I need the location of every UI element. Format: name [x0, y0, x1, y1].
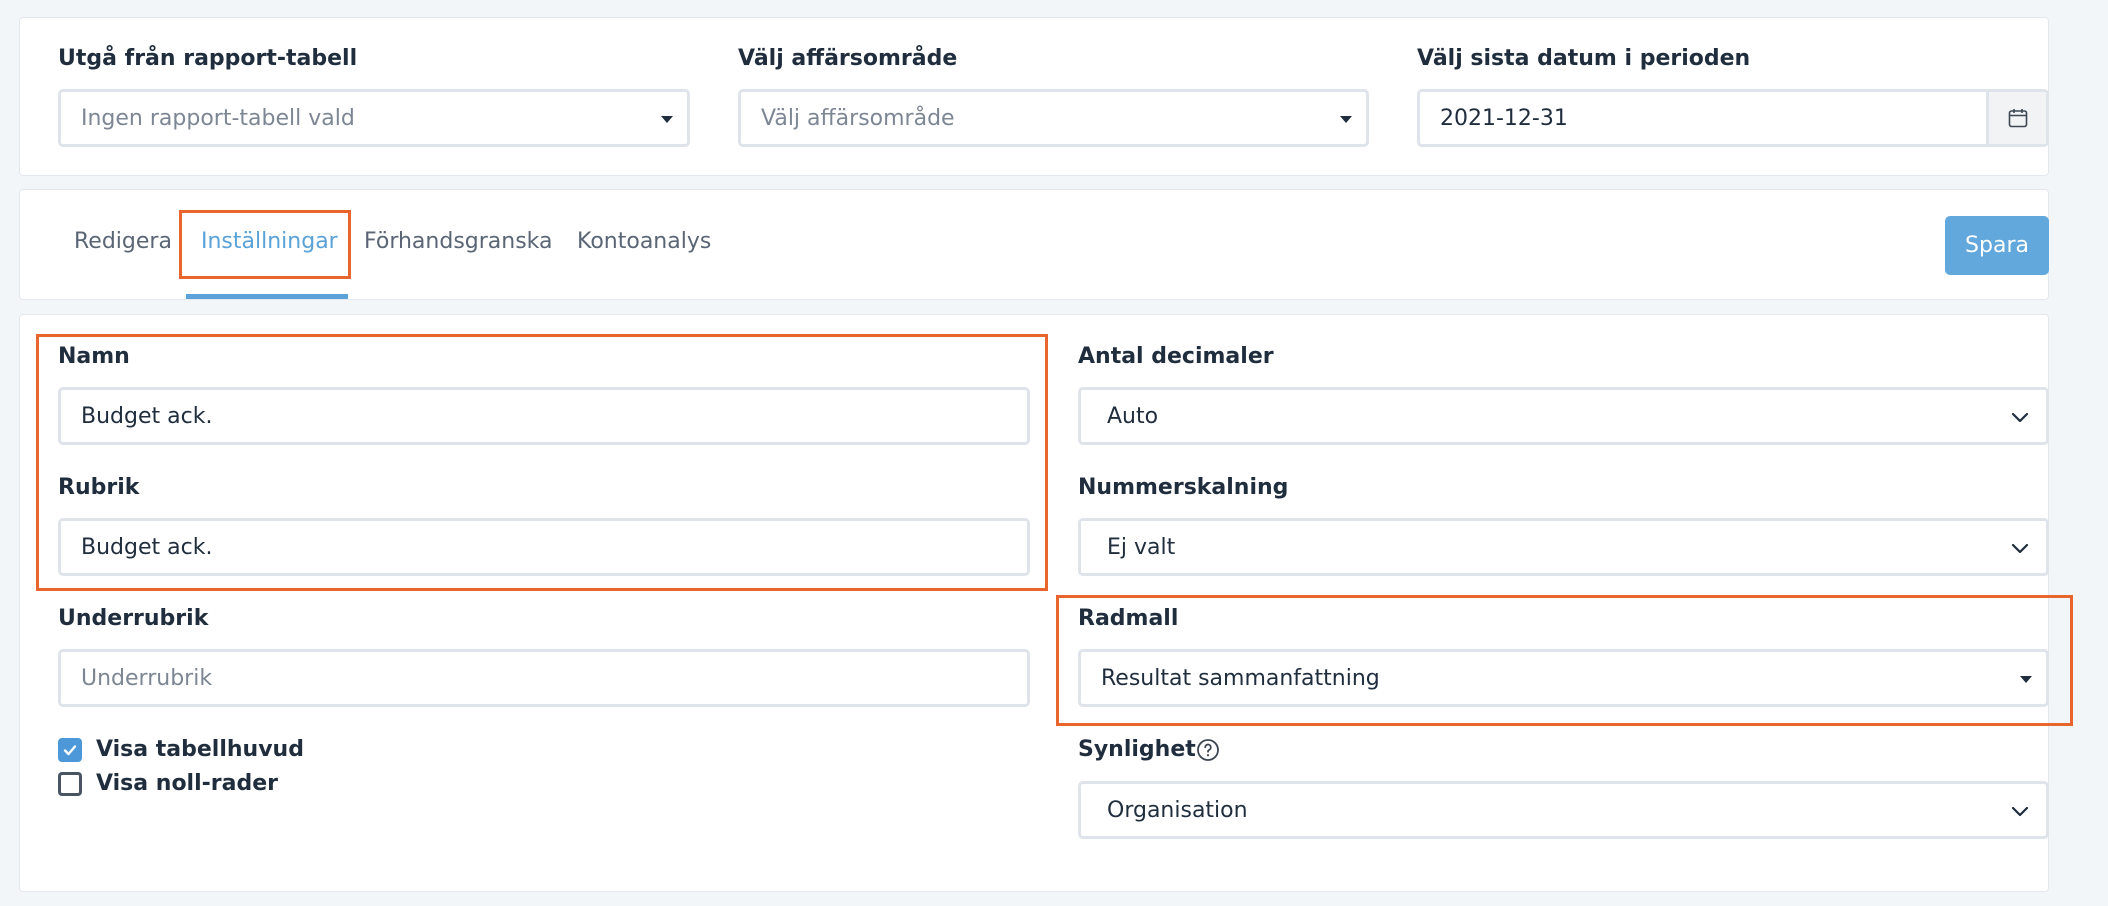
report-table-select[interactable]: Ingen rapport-tabell vald: [58, 89, 690, 147]
report-table-value: Ingen rapport-tabell vald: [81, 105, 355, 131]
visibility-label: Synlighet: [1078, 737, 1196, 762]
tab-kontoanalys[interactable]: Kontoanalys: [577, 229, 711, 254]
caret-down-icon: [661, 116, 673, 123]
row-template-value: Resultat sammanfattning: [1101, 665, 1380, 691]
report-table-label: Utgå från rapport-tabell: [58, 46, 358, 71]
row-template-select[interactable]: Resultat sammanfattning: [1078, 649, 2049, 707]
decimals-label: Antal decimaler: [1078, 344, 1274, 369]
show-zero-rows-checkbox[interactable]: [58, 772, 82, 796]
visibility-value: Organisation: [1107, 797, 1248, 823]
caret-down-icon: [2020, 676, 2032, 683]
heading-label: Rubrik: [58, 475, 140, 500]
show-header-checkbox[interactable]: [58, 738, 82, 762]
show-zero-rows-label: Visa noll-rader: [96, 771, 278, 796]
subheading-label: Underrubrik: [58, 606, 209, 631]
calendar-button[interactable]: [1986, 92, 2046, 144]
heading-input[interactable]: Budget ack.: [58, 518, 1030, 576]
decimals-select[interactable]: Auto: [1078, 387, 2049, 445]
tab-installningar[interactable]: Inställningar: [201, 229, 338, 254]
subheading-placeholder: Underrubrik: [81, 665, 213, 691]
active-tab-indicator: [186, 294, 348, 299]
business-area-label: Välj affärsområde: [738, 46, 958, 71]
visibility-select[interactable]: Organisation: [1078, 781, 2049, 839]
calendar-icon: [2008, 109, 2027, 128]
heading-value: Budget ack.: [81, 534, 213, 560]
row-template-label: Radmall: [1078, 606, 1179, 631]
name-input[interactable]: Budget ack.: [58, 387, 1030, 445]
chevron-down-icon: [2011, 412, 2029, 423]
save-button[interactable]: Spara: [1945, 216, 2049, 275]
check-icon: [63, 745, 77, 756]
question-circle-icon[interactable]: [1196, 738, 1220, 762]
tab-redigera[interactable]: Redigera: [74, 229, 172, 254]
number-scaling-value: Ej valt: [1107, 534, 1176, 560]
end-date-label: Välj sista datum i perioden: [1417, 46, 1751, 71]
number-scaling-label: Nummerskalning: [1078, 475, 1289, 500]
end-date-value: 2021-12-31: [1440, 105, 1568, 131]
name-value: Budget ack.: [81, 403, 213, 429]
name-label: Namn: [58, 344, 130, 369]
business-area-value: Välj affärsområde: [761, 105, 955, 131]
chevron-down-icon: [2011, 543, 2029, 554]
caret-down-icon: [1340, 116, 1352, 123]
show-header-label: Visa tabellhuvud: [96, 737, 304, 762]
chevron-down-icon: [2011, 806, 2029, 817]
tab-forhandsgranska[interactable]: Förhandsgranska: [364, 229, 553, 254]
business-area-select[interactable]: Välj affärsområde: [738, 89, 1369, 147]
end-date-input[interactable]: 2021-12-31: [1417, 89, 2049, 147]
number-scaling-select[interactable]: Ej valt: [1078, 518, 2049, 576]
decimals-value: Auto: [1107, 403, 1159, 429]
subheading-input[interactable]: Underrubrik: [58, 649, 1030, 707]
